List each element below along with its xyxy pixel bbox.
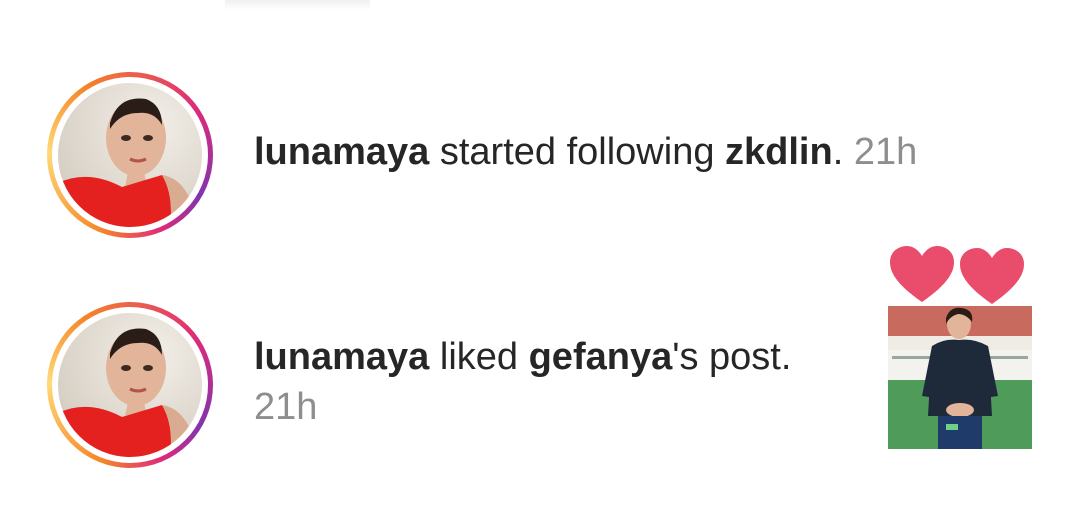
action-text: liked	[429, 336, 529, 378]
timestamp: 21h	[254, 386, 318, 428]
previous-item-edge	[225, 0, 370, 10]
post-thumbnail[interactable]	[888, 306, 1032, 449]
target-username-link[interactable]: zkdlin	[725, 131, 833, 173]
punctuation: .	[832, 131, 854, 173]
username-link[interactable]: lunamaya	[254, 336, 429, 378]
avatar[interactable]	[58, 313, 202, 457]
timestamp: 21h	[853, 131, 918, 173]
action-text: started following	[429, 131, 726, 173]
notification-text: lunamaya started following zkdlin. 21h	[254, 127, 917, 177]
username-link[interactable]: lunamaya	[254, 131, 429, 173]
story-ring[interactable]	[47, 72, 213, 238]
story-ring[interactable]	[47, 302, 213, 468]
notification-text: lunamaya liked gefanya's post.	[254, 332, 791, 382]
avatar[interactable]	[58, 83, 202, 227]
target-username-link[interactable]: gefanya	[529, 336, 673, 378]
heart-icon	[890, 246, 1024, 304]
post-image	[888, 306, 1032, 449]
profile-photo	[58, 328, 198, 457]
punctuation: 's post.	[672, 336, 792, 378]
profile-photo	[58, 98, 198, 227]
notification-follow[interactable]: lunamaya started following zkdlin. 21h	[0, 72, 1080, 238]
